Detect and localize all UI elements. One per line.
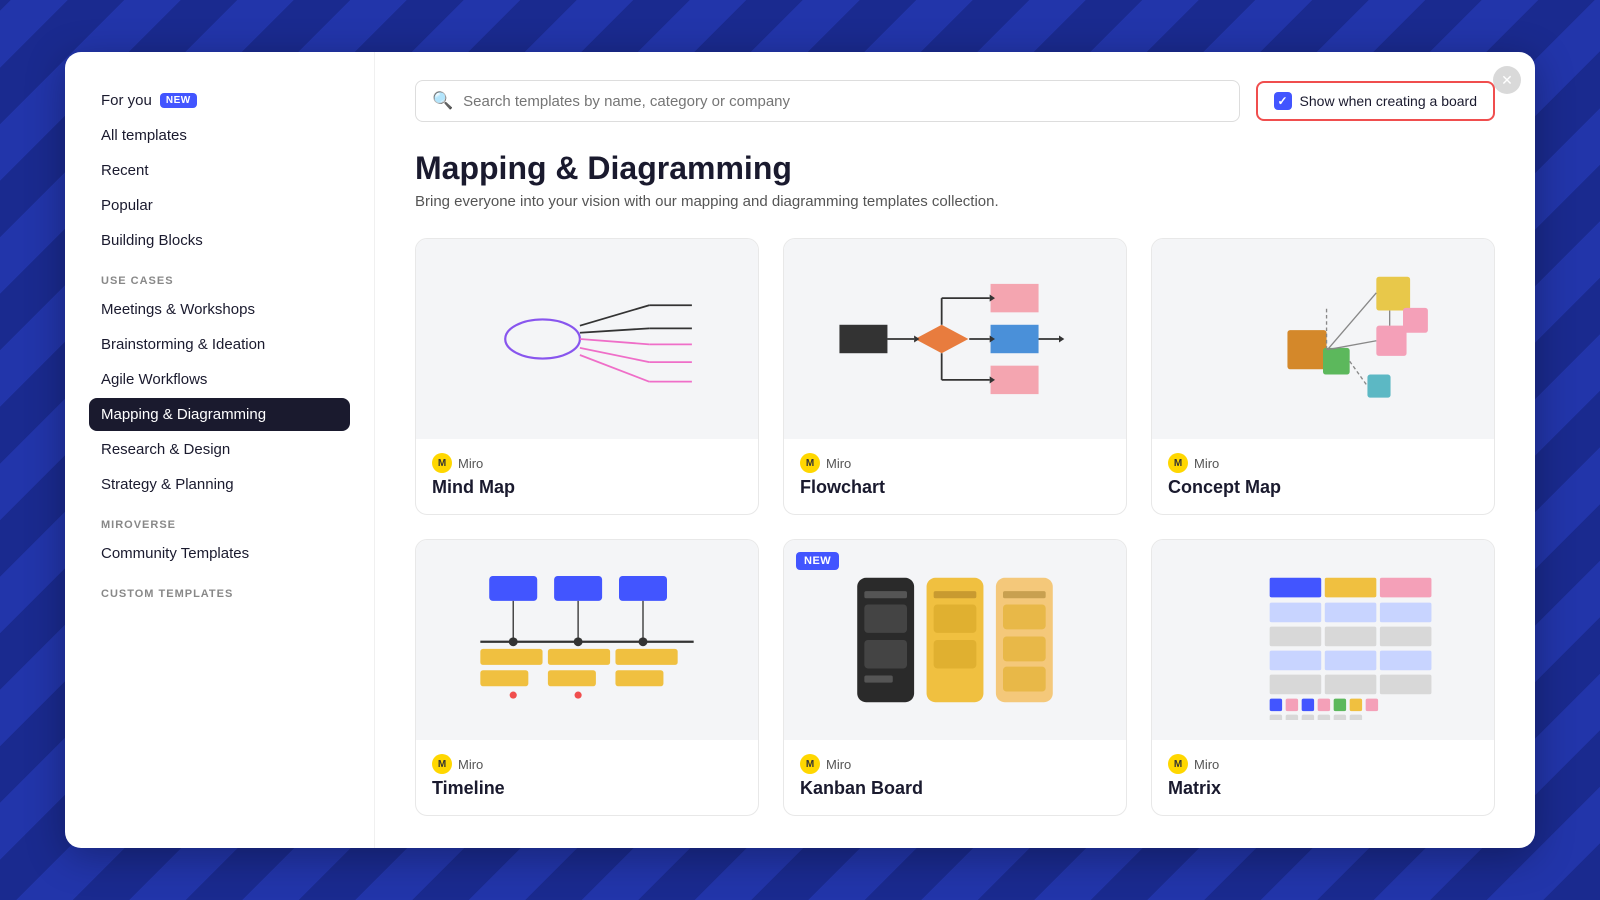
template-card-flowchart[interactable]: M Miro Flowchart (783, 238, 1127, 515)
author-row: M Miro (1168, 754, 1478, 774)
author-name: Miro (826, 456, 851, 471)
author-avatar: M (1168, 453, 1188, 473)
use-cases-label: USE CASES (89, 259, 350, 293)
author-name: Miro (1194, 456, 1219, 471)
kanban-svg (825, 560, 1085, 720)
author-avatar: M (800, 453, 820, 473)
author-row: M Miro (1168, 453, 1478, 473)
template-card-matrix[interactable]: M Miro Matrix (1151, 539, 1495, 816)
header-row: 🔍 Show when creating a board (415, 80, 1495, 122)
sidebar: For you NEW All templates Recent Popular… (65, 52, 375, 848)
template-info-timeline: M Miro Timeline (416, 740, 758, 815)
template-name-kanban: Kanban Board (800, 778, 1110, 799)
author-avatar: M (432, 453, 452, 473)
sidebar-item-brainstorming[interactable]: Brainstorming & Ideation (89, 328, 350, 361)
category-desc: Bring everyone into your vision with our… (415, 193, 1495, 210)
template-info-matrix: M Miro Matrix (1152, 740, 1494, 815)
author-row: M Miro (800, 754, 1110, 774)
search-input[interactable] (463, 93, 1222, 110)
category-title: Mapping & Diagramming (415, 150, 1495, 187)
miroverse-label: MIROVERSE (89, 503, 350, 537)
template-preview-timeline (416, 540, 758, 740)
template-preview-mind-map (416, 239, 758, 439)
template-grid: M Miro Mind Map (415, 238, 1495, 816)
main-content: 🔍 Show when creating a board Mapping & D… (375, 52, 1535, 848)
modal-container: ✕ For you NEW All templates Recent Popul… (65, 52, 1535, 848)
sidebar-item-for-you[interactable]: For you NEW (89, 84, 350, 117)
template-info-kanban: M Miro Kanban Board (784, 740, 1126, 815)
template-card-kanban[interactable]: NEW (783, 539, 1127, 816)
author-avatar: M (432, 754, 452, 774)
author-avatar: M (800, 754, 820, 774)
template-preview-kanban: NEW (784, 540, 1126, 740)
matrix-svg (1193, 560, 1453, 720)
show-creating-label: Show when creating a board (1300, 93, 1477, 109)
close-button[interactable]: ✕ (1493, 66, 1521, 94)
template-preview-concept-map (1152, 239, 1494, 439)
mind-map-svg (467, 259, 707, 419)
template-preview-flowchart (784, 239, 1126, 439)
flowchart-svg (825, 259, 1085, 419)
author-row: M Miro (432, 754, 742, 774)
sidebar-item-strategy-planning[interactable]: Strategy & Planning (89, 468, 350, 501)
author-avatar: M (1168, 754, 1188, 774)
template-info-flowchart: M Miro Flowchart (784, 439, 1126, 514)
sidebar-item-meetings-workshops[interactable]: Meetings & Workshops (89, 293, 350, 326)
template-name-flowchart: Flowchart (800, 477, 1110, 498)
template-card-timeline[interactable]: M Miro Timeline (415, 539, 759, 816)
concept-map-svg (1193, 259, 1453, 419)
author-name: Miro (458, 757, 483, 772)
timeline-svg (457, 560, 717, 720)
template-card-concept-map[interactable]: M Miro Concept Map (1151, 238, 1495, 515)
template-name-matrix: Matrix (1168, 778, 1478, 799)
show-when-creating-button[interactable]: Show when creating a board (1256, 81, 1495, 121)
author-row: M Miro (800, 453, 1110, 473)
sidebar-item-recent[interactable]: Recent (89, 154, 350, 187)
template-info-mind-map: M Miro Mind Map (416, 439, 758, 514)
sidebar-item-building-blocks[interactable]: Building Blocks (89, 224, 350, 257)
template-name-timeline: Timeline (432, 778, 742, 799)
author-name: Miro (1194, 757, 1219, 772)
author-name: Miro (826, 757, 851, 772)
sidebar-item-community-templates[interactable]: Community Templates (89, 537, 350, 570)
search-box[interactable]: 🔍 (415, 80, 1240, 122)
author-name: Miro (458, 456, 483, 471)
template-card-mind-map[interactable]: M Miro Mind Map (415, 238, 759, 515)
template-name-mind-map: Mind Map (432, 477, 742, 498)
sidebar-item-mapping-diagramming[interactable]: Mapping & Diagramming (89, 398, 350, 431)
sidebar-item-agile-workflows[interactable]: Agile Workflows (89, 363, 350, 396)
new-badge: NEW (796, 552, 839, 570)
template-info-concept-map: M Miro Concept Map (1152, 439, 1494, 514)
sidebar-item-all-templates[interactable]: All templates (89, 119, 350, 152)
template-name-concept-map: Concept Map (1168, 477, 1478, 498)
show-creating-checkbox[interactable] (1274, 92, 1292, 110)
custom-templates-label: CUSTOM TEMPLATES (89, 572, 350, 606)
sidebar-item-popular[interactable]: Popular (89, 189, 350, 222)
sidebar-item-research-design[interactable]: Research & Design (89, 433, 350, 466)
author-row: M Miro (432, 453, 742, 473)
template-preview-matrix (1152, 540, 1494, 740)
search-icon: 🔍 (432, 91, 453, 111)
